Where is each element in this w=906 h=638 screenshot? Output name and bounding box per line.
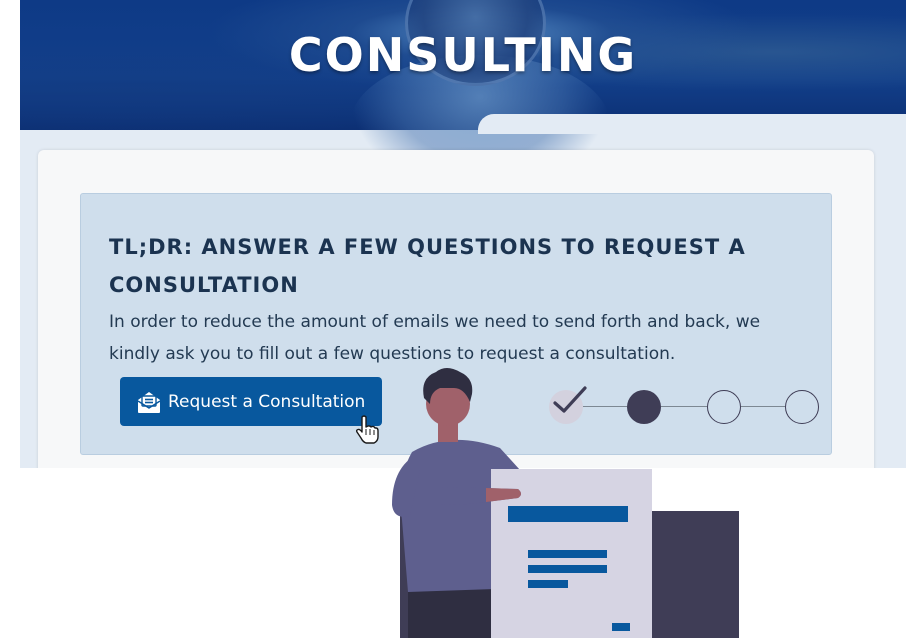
hand-cursor-icon xyxy=(355,415,379,444)
website-screenshot: CONSULTING TL;DR: ANSWER A FEW QUESTIONS… xyxy=(20,0,906,468)
step-4-upcoming xyxy=(785,390,819,424)
stepper-connector xyxy=(741,406,785,407)
form-line xyxy=(528,565,607,573)
intro-heading: TL;DR: ANSWER A FEW QUESTIONS TO REQUEST… xyxy=(109,235,746,297)
person-legs xyxy=(408,582,492,638)
form-line xyxy=(528,580,568,588)
request-consultation-button[interactable]: Request a Consultation xyxy=(120,377,382,426)
person-pointing-arm xyxy=(440,487,521,505)
form-card xyxy=(491,469,652,638)
form-submit-mark xyxy=(612,623,630,631)
form-line xyxy=(528,550,607,558)
check-icon xyxy=(553,386,587,413)
content-card: TL;DR: ANSWER A FEW QUESTIONS TO REQUEST… xyxy=(38,150,874,468)
form-header-bar xyxy=(508,506,628,522)
hero-banner: CONSULTING xyxy=(20,0,906,195)
step-3-upcoming xyxy=(707,390,741,424)
person-hand xyxy=(486,488,521,502)
stepper-connector xyxy=(661,406,707,407)
intro-text: In order to reduce the amount of emails … xyxy=(109,312,761,364)
tab-notch xyxy=(478,114,906,134)
request-consultation-label: Request a Consultation xyxy=(168,391,366,412)
intro-panel: TL;DR: ANSWER A FEW QUESTIONS TO REQUEST… xyxy=(80,193,832,455)
dark-box xyxy=(400,511,739,638)
open-envelope-icon xyxy=(137,391,161,413)
progress-stepper xyxy=(547,386,827,427)
page-title: CONSULTING xyxy=(288,28,638,82)
step-2-current xyxy=(627,390,661,424)
step-1-completed xyxy=(549,386,587,424)
